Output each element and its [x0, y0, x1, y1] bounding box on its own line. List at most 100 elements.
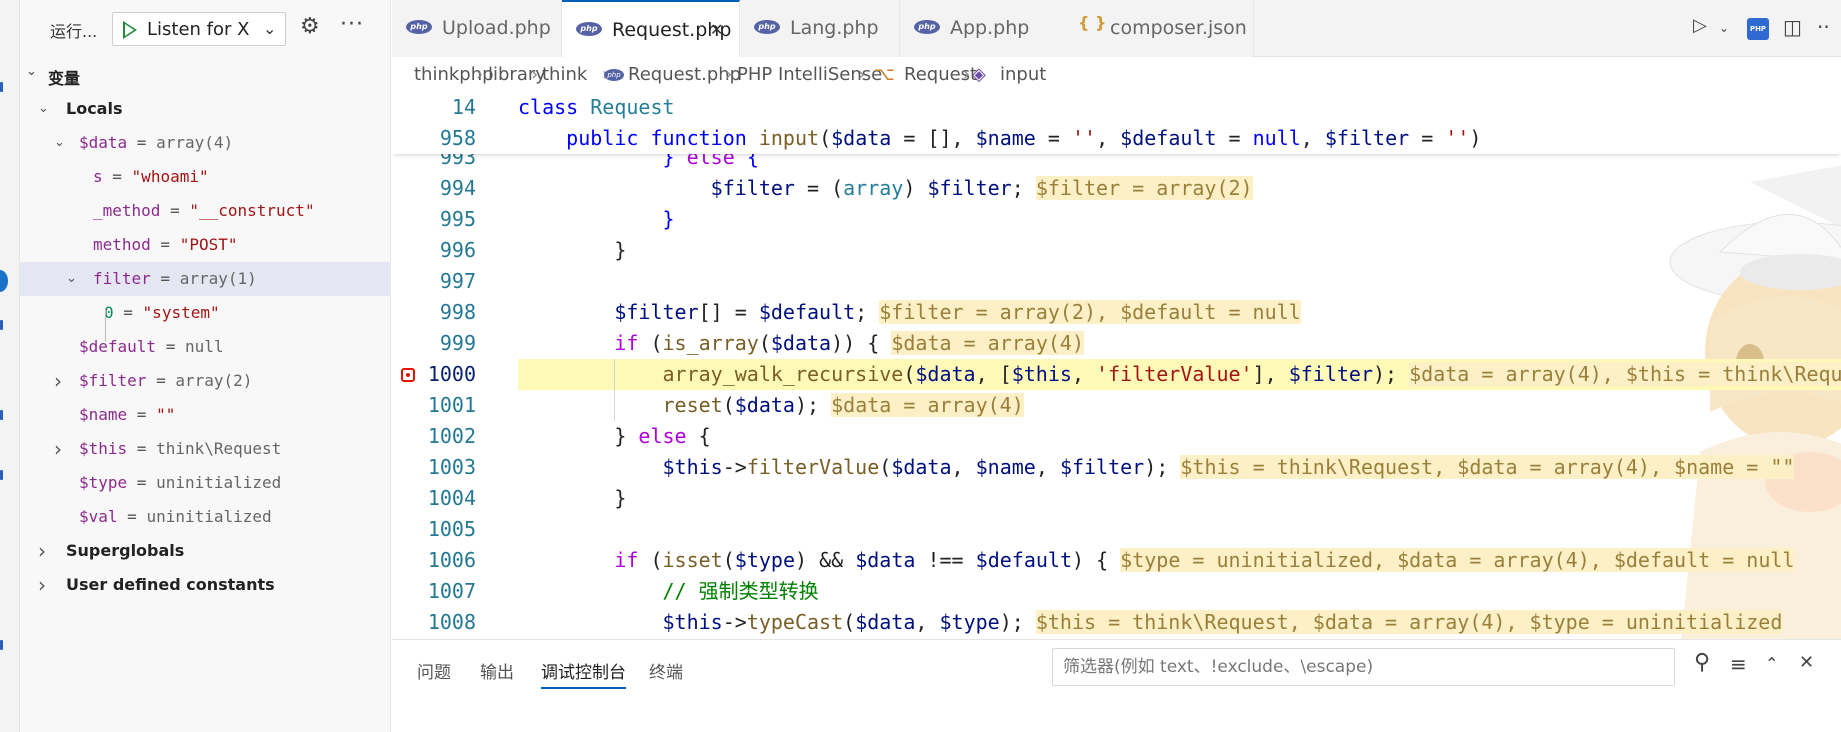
variable-row[interactable]: ⌄ $data = array(4) [20, 126, 391, 160]
variable-equals: = [127, 133, 157, 152]
variable-row[interactable]: › $filter = array(2) [20, 364, 391, 398]
chevron-down-icon[interactable]: ⌄ [1719, 21, 1729, 35]
code-line[interactable]: 997 [392, 266, 1841, 297]
tab-composer-json[interactable]: { } composer.json [1060, 0, 1254, 57]
chevron-down-icon[interactable]: ⌄ [54, 126, 70, 160]
variable-equals: = [117, 507, 147, 526]
variable-row[interactable]: $val = uninitialized [20, 500, 391, 534]
sticky-scroll-line[interactable]: 958 public function input($data = [], $n… [392, 123, 1841, 154]
activity-bar [0, 0, 20, 732]
code-line[interactable]: 1006 if (isset($type) && $data !== $defa… [392, 545, 1841, 576]
variable-name: $val [79, 507, 118, 526]
run-icon[interactable]: ▷ [1693, 15, 1707, 36]
variable-row[interactable]: ⌄ filter = array(1) [20, 262, 391, 296]
chevron-up-icon[interactable]: ⌃ [1765, 654, 1778, 673]
breadcrumb-separator: › [476, 64, 484, 85]
launch-config-name: Listen for X [147, 19, 250, 40]
code-line[interactable]: 1004 } [392, 483, 1841, 514]
tab-label: Upload.php [442, 17, 551, 39]
launch-config-select[interactable]: Listen for X ⌄ [112, 12, 286, 46]
code-line[interactable]: 998 $filter[] = $default; $filter = arra… [392, 297, 1841, 328]
console-filter[interactable] [1052, 648, 1675, 686]
code-line[interactable]: 1002 } else { [392, 421, 1841, 452]
group-label: User defined constants [66, 575, 275, 594]
json-braces-icon: { } [1078, 13, 1107, 32]
variable-row[interactable]: method = "POST" [20, 228, 391, 262]
line-number: 996 [439, 238, 476, 262]
variable-row[interactable]: s = "whoami" [20, 160, 391, 194]
code-line[interactable]: 994 $filter = (array) $filter; $filter =… [392, 173, 1841, 204]
filter-input[interactable] [1053, 649, 1674, 685]
variable-row[interactable]: $type = uninitialized [20, 466, 391, 500]
php-icon: php [754, 20, 780, 34]
tab-request-php[interactable]: php Request.php ✕ [562, 0, 740, 57]
variable-entry: $filter = array(2) [79, 364, 252, 398]
current-execution-line[interactable]: 1000 array_walk_recursive($data, [$this,… [392, 359, 1841, 390]
editor-actions: ▷ ⌄ PHP ◫ ·· [1671, 0, 1841, 57]
variable-row[interactable]: › $this = think\Request [20, 432, 391, 466]
breadcrumb-item[interactable]: input [1000, 58, 1046, 92]
variable-name: method [93, 235, 151, 254]
tab-label: composer.json [1110, 17, 1247, 39]
php-icon: php [576, 22, 602, 36]
variables-group[interactable]: › Superglobals [20, 534, 391, 568]
variables-group[interactable]: ⌄ Locals [20, 92, 391, 126]
panel-tab[interactable]: 问题 [417, 658, 451, 683]
code-line[interactable]: 1001 reset($data); $data = array(4) [392, 390, 1841, 421]
chevron-right-icon[interactable]: › [38, 534, 54, 568]
more-actions-icon[interactable]: ··· [340, 12, 364, 37]
search-icon[interactable]: ⚲ [1694, 650, 1710, 675]
code-line[interactable]: 999 if (is_array($data)) { $data = array… [392, 328, 1841, 359]
more-actions-icon[interactable]: ·· [1817, 15, 1830, 39]
chevron-right-icon[interactable]: › [54, 364, 70, 398]
close-icon[interactable]: ✕ [710, 20, 723, 39]
chevron-right-icon[interactable]: › [54, 432, 70, 466]
variable-value: "__construct" [189, 201, 315, 220]
php-debug-icon[interactable]: PHP [1747, 18, 1769, 40]
clear-console-icon[interactable]: ≡ [1730, 652, 1747, 676]
close-icon[interactable]: ✕ [1799, 652, 1814, 673]
tab-upload-php[interactable]: php Upload.php [392, 0, 562, 57]
split-editor-icon[interactable]: ◫ [1783, 15, 1802, 39]
activity-indicator [0, 320, 3, 330]
line-number: 1008 [427, 610, 476, 634]
chevron-down-icon[interactable]: ⌄ [26, 64, 37, 79]
code-line[interactable]: 995 } [392, 204, 1841, 235]
variables-section-header[interactable]: ⌄ 变量 [20, 58, 391, 92]
bottom-panel: 问题 输出 调试控制台终端 ⚲ ≡ ⌃ ✕ [392, 639, 1841, 732]
code-text: } [662, 207, 675, 231]
code-line[interactable]: 1005 [392, 514, 1841, 545]
code-line[interactable]: 1003 $this->filterValue($data, $name, $f… [392, 452, 1841, 483]
start-debugging-icon[interactable] [123, 21, 137, 39]
tab-app-php[interactable]: php App.php [900, 0, 1062, 57]
panel-tab[interactable]: 输出 [480, 658, 514, 683]
code-text: } else { [518, 424, 711, 448]
variable-row[interactable]: 0 = "system" [20, 296, 391, 330]
panel-tab[interactable]: 调试控制台 [541, 658, 626, 689]
variable-value: null [184, 337, 224, 356]
chevron-down-icon[interactable]: ⌄ [66, 262, 82, 296]
code-editor[interactable]: 14 class Request 958 public function input… [392, 92, 1841, 639]
gear-icon[interactable]: ⚙ [300, 14, 320, 39]
chevron-down-icon[interactable]: ⌄ [38, 92, 54, 126]
code-text: $filter[] = $default; $filter = array(2)… [614, 300, 1301, 324]
sticky-scroll-line[interactable]: 14 class Request [392, 92, 1841, 123]
variable-value: "" [156, 405, 176, 424]
tab-lang-php[interactable]: php Lang.php [740, 0, 900, 57]
code-line[interactable]: 1007 // 强制类型转换 [392, 576, 1841, 607]
panel-tab[interactable]: 终端 [649, 658, 683, 683]
variable-entry: method = "POST" [93, 228, 238, 262]
chevron-right-icon[interactable]: › [38, 568, 54, 602]
variable-entry: $default = null [79, 330, 224, 364]
tab-label: Lang.php [790, 17, 879, 39]
variable-row[interactable]: $name = "" [20, 398, 391, 432]
chevron-down-icon[interactable]: ⌄ [263, 19, 276, 38]
code-line[interactable]: 1008 $this->typeCast($data, $type); $thi… [392, 607, 1841, 638]
breadcrumb-item[interactable]: think [542, 58, 587, 92]
code-line[interactable]: 996 } [392, 235, 1841, 266]
variable-equals: = [102, 167, 132, 186]
variable-row[interactable]: _method = "__construct" [20, 194, 391, 228]
variables-group[interactable]: › User defined constants [20, 568, 391, 602]
line-number: 14 [451, 95, 476, 119]
variable-row[interactable]: $default = null [20, 330, 391, 364]
